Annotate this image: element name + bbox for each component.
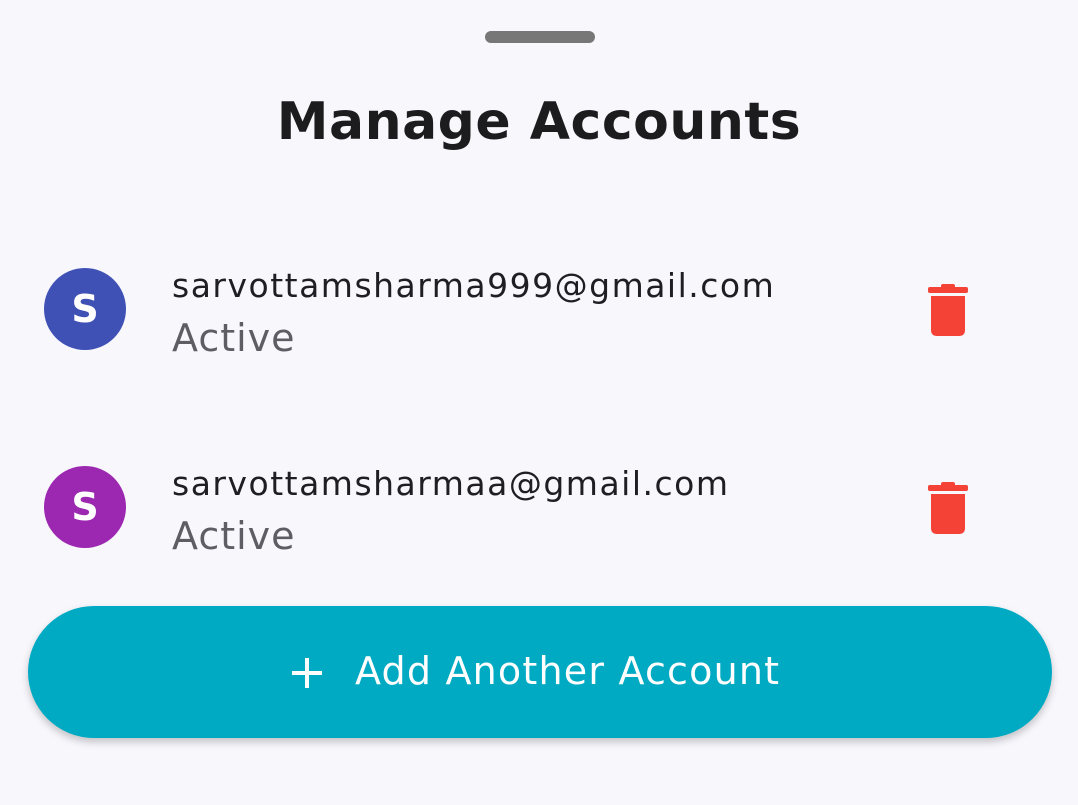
avatar: S <box>44 268 126 350</box>
account-status: Active <box>172 316 296 360</box>
sheet-title: Manage Accounts <box>276 92 802 152</box>
add-account-label: Add Another Account <box>355 649 781 693</box>
delete-account-button[interactable] <box>908 472 988 542</box>
drag-handle[interactable] <box>485 31 595 43</box>
plus-icon <box>292 658 322 688</box>
add-another-account-button[interactable]: Add Another Account <box>28 606 1052 738</box>
delete-account-button[interactable] <box>908 274 988 344</box>
account-row[interactable]: S sarvottamsharmaa@gmail.com Active <box>0 452 1078 562</box>
account-email: sarvottamsharma999@gmail.com <box>172 266 776 305</box>
account-status: Active <box>172 514 296 558</box>
trash-icon <box>928 284 968 336</box>
trash-icon <box>928 482 968 534</box>
manage-accounts-sheet: Manage Accounts S sarvottamsharma999@gma… <box>0 0 1078 805</box>
account-row[interactable]: S sarvottamsharma999@gmail.com Active <box>0 254 1078 364</box>
account-email: sarvottamsharmaa@gmail.com <box>172 464 730 503</box>
avatar: S <box>44 466 126 548</box>
